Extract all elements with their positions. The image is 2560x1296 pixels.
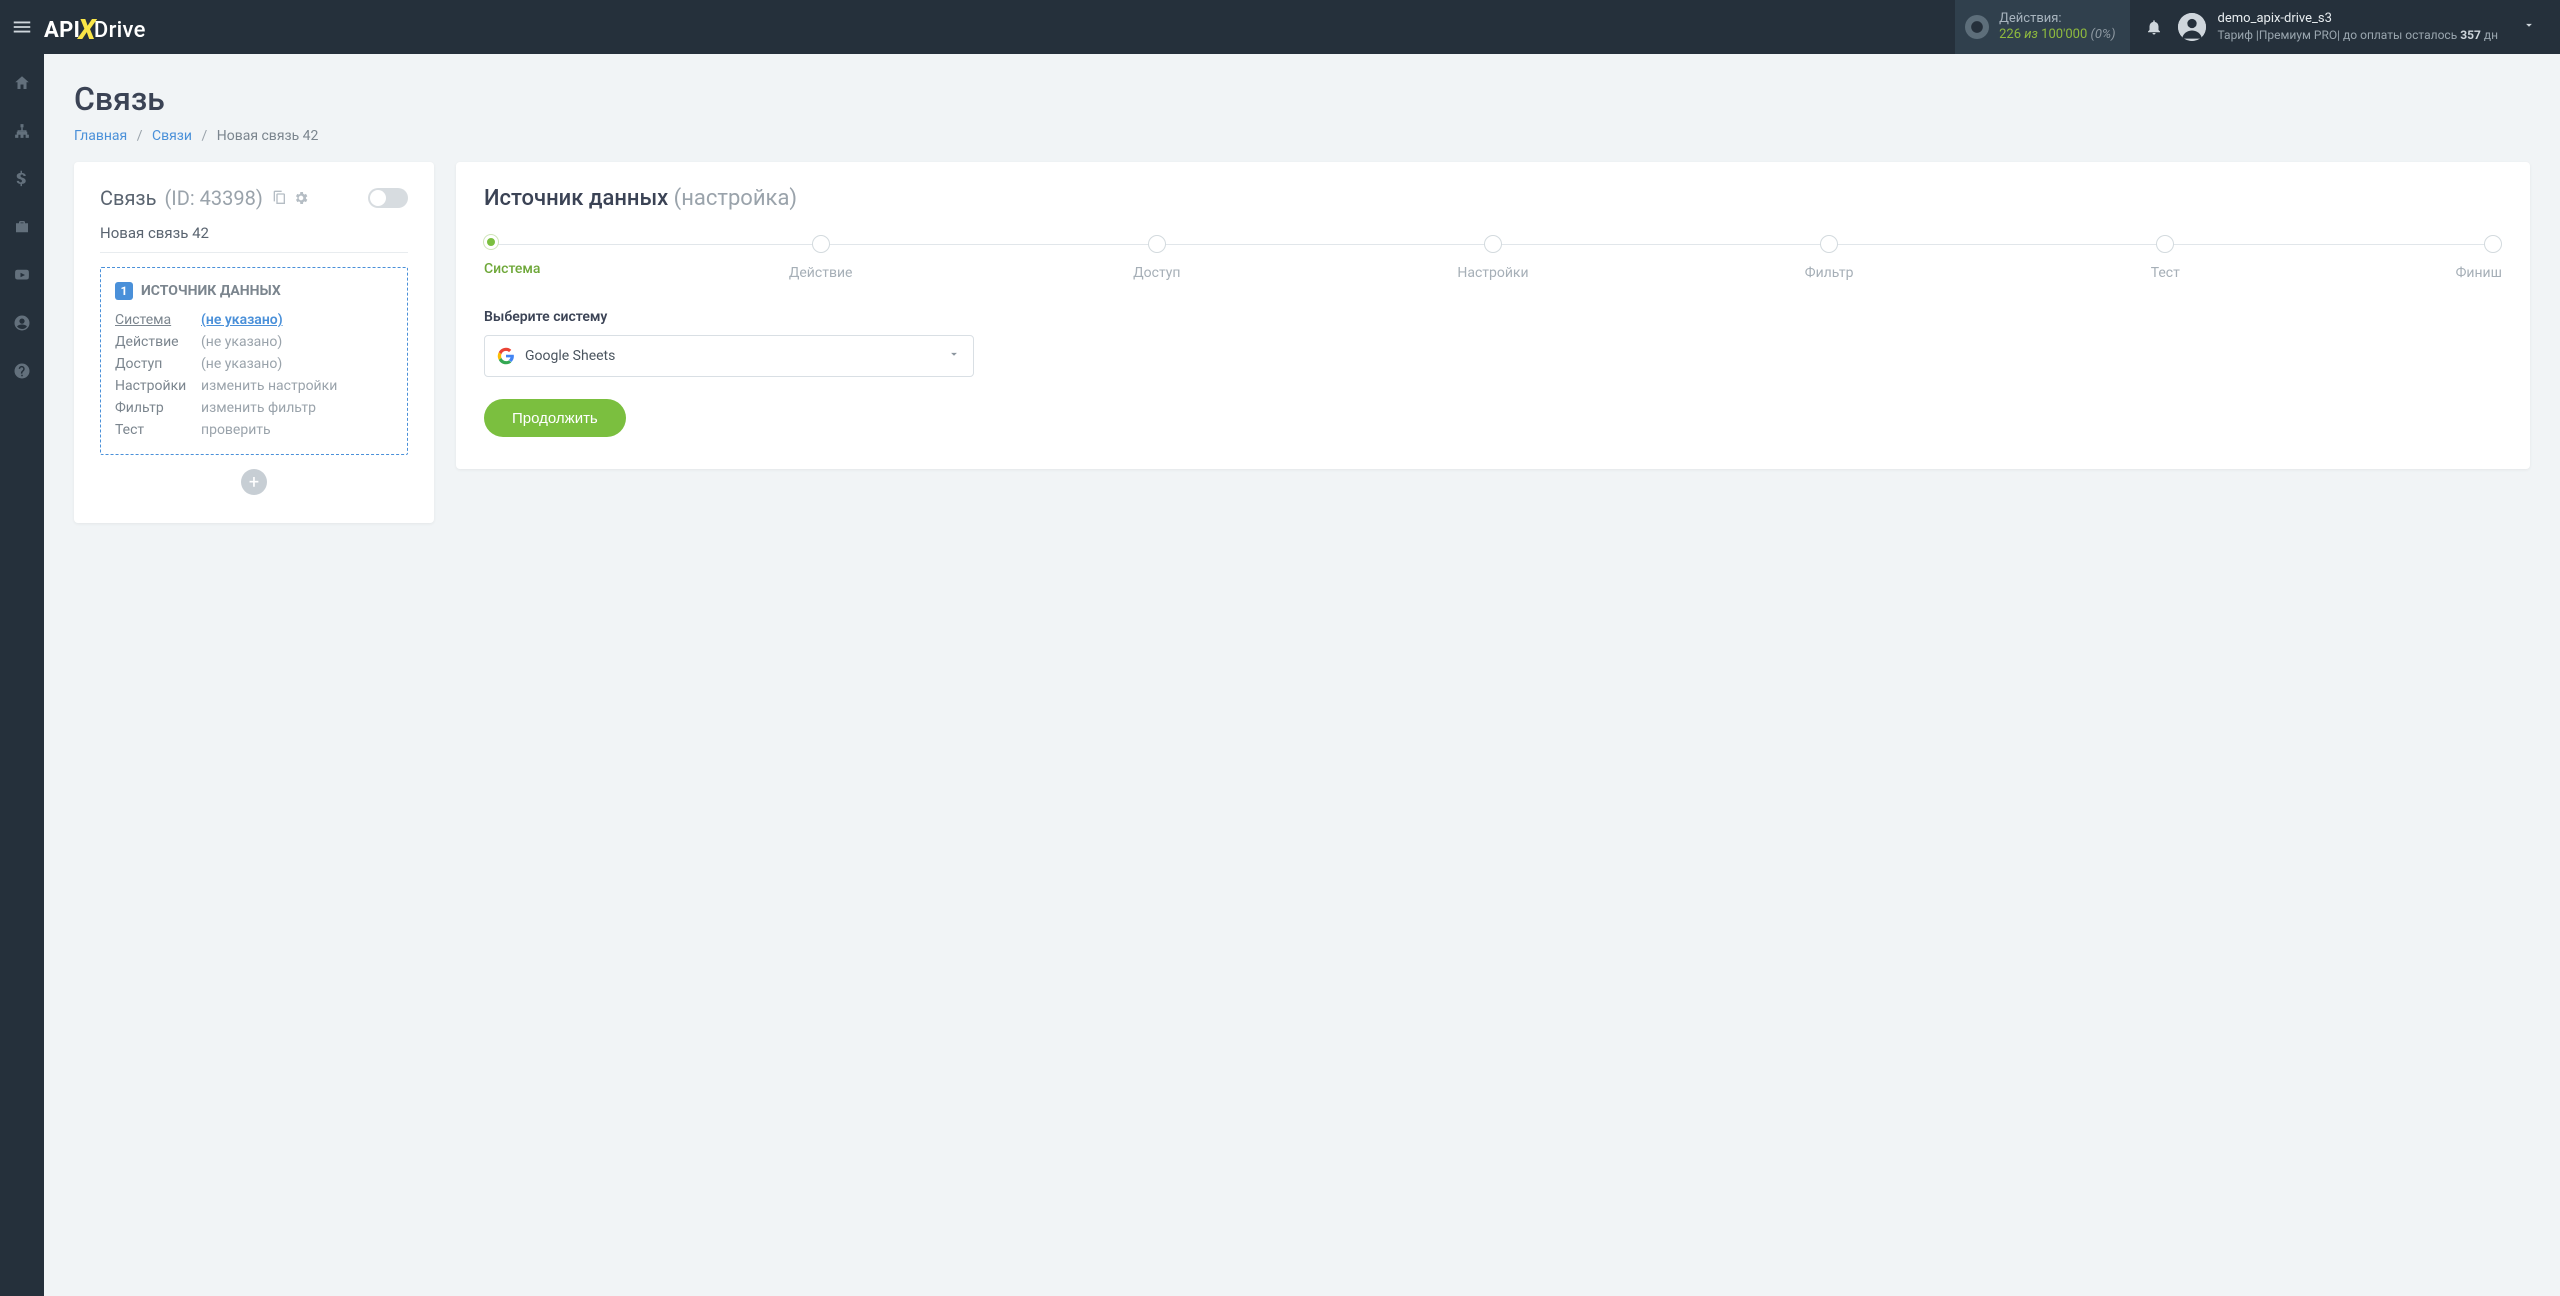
- rail-profile[interactable]: [0, 308, 44, 338]
- step-label: Действие: [789, 265, 853, 281]
- connection-title: Связь: [100, 186, 156, 210]
- info-icon: [1965, 15, 1989, 39]
- src-row-key: Фильтр: [115, 400, 201, 416]
- wizard-step[interactable]: Тест: [2165, 235, 2166, 281]
- wizard-step[interactable]: Финиш: [2501, 235, 2502, 281]
- step-label: Система: [484, 261, 540, 277]
- hamburger-menu[interactable]: [0, 16, 44, 38]
- wizard-step[interactable]: Система: [484, 235, 485, 277]
- step-label: Тест: [2151, 265, 2180, 281]
- enable-toggle[interactable]: [368, 188, 408, 208]
- src-row-key: Настройки: [115, 378, 201, 394]
- src-row-key[interactable]: Система: [115, 312, 201, 328]
- actions-label: Действия:: [1999, 11, 2115, 27]
- connection-card: Связь (ID: 43398) Новая связь 42 1 ИСТОЧ…: [74, 162, 434, 523]
- crumb-current: Новая связь 42: [217, 128, 319, 144]
- step-label: Фильтр: [1805, 265, 1854, 281]
- src-row-value: (не указано): [201, 334, 393, 350]
- question-icon: [13, 362, 31, 380]
- wizard-card: Источник данных (настройка) Система Дейст…: [456, 162, 2530, 469]
- source-badge: 1: [115, 282, 133, 300]
- src-row-value[interactable]: (не указано): [201, 312, 393, 328]
- logo[interactable]: APIXDrive: [44, 11, 146, 44]
- youtube-icon: [13, 266, 31, 284]
- breadcrumb: Главная / Связи / Новая связь 42: [74, 128, 2530, 144]
- src-row-value: проверить: [201, 422, 393, 438]
- wizard-step[interactable]: Настройки: [1492, 235, 1493, 281]
- src-row-value: изменить настройки: [201, 378, 393, 394]
- system-field-label: Выберите систему: [484, 309, 2502, 325]
- rail-video[interactable]: [0, 260, 44, 290]
- step-dot: [1484, 235, 1502, 253]
- src-row-value: (не указано): [201, 356, 393, 372]
- wizard-title: Источник данных (настройка): [484, 186, 2502, 211]
- hamburger-icon: [11, 16, 33, 38]
- topbar: APIXDrive Действия: 226 из 100'000 (0%) …: [0, 0, 2560, 54]
- sitemap-icon: [13, 122, 31, 140]
- actions-counter[interactable]: Действия: 226 из 100'000 (0%): [1955, 0, 2129, 54]
- step-label: Доступ: [1133, 265, 1180, 281]
- step-dot: [2484, 235, 2502, 253]
- continue-button[interactable]: Продолжить: [484, 399, 626, 437]
- rail-home[interactable]: [0, 68, 44, 98]
- chevron-down-icon: [2522, 18, 2536, 36]
- wizard-step[interactable]: Действие: [820, 235, 821, 281]
- system-select[interactable]: Google Sheets: [484, 335, 974, 377]
- google-icon: [497, 347, 515, 365]
- user-circle-icon: [13, 314, 31, 332]
- bell-icon: [2145, 18, 2163, 36]
- notifications-button[interactable]: [2130, 18, 2178, 36]
- wizard-step[interactable]: Фильтр: [1829, 235, 1830, 281]
- system-select-value: Google Sheets: [525, 348, 615, 364]
- crumb-links[interactable]: Связи: [152, 128, 192, 144]
- left-rail: [0, 54, 44, 1296]
- step-label: Финиш: [2456, 265, 2502, 281]
- src-row-key: Действие: [115, 334, 201, 350]
- step-dot: [812, 235, 830, 253]
- source-caption: ИСТОЧНИК ДАННЫХ: [141, 283, 281, 299]
- user-icon: [2178, 13, 2206, 41]
- source-box: 1 ИСТОЧНИК ДАННЫХ Система(не указано)Дей…: [100, 267, 408, 455]
- step-dot: [1148, 235, 1166, 253]
- src-row-key: Тест: [115, 422, 201, 438]
- chevron-down-icon: [947, 347, 961, 365]
- user-name: demo_apix-drive_s3: [2218, 11, 2498, 27]
- avatar: [2178, 13, 2206, 41]
- step-label: Настройки: [1457, 265, 1528, 281]
- page-title: Связь: [74, 80, 2530, 118]
- page: Связь Главная / Связи / Новая связь 42 С…: [44, 54, 2560, 549]
- wizard-step[interactable]: Доступ: [1156, 235, 1157, 281]
- step-dot: [484, 235, 498, 249]
- actions-value: 226 из 100'000 (0%): [1999, 27, 2115, 43]
- src-row-key: Доступ: [115, 356, 201, 372]
- copy-icon[interactable]: [271, 190, 287, 206]
- user-plan: Тариф |Премиум PRO| до оплаты осталось 3…: [2218, 28, 2498, 43]
- user-menu[interactable]: demo_apix-drive_s3 Тариф |Премиум PRO| д…: [2178, 11, 2560, 42]
- crumb-home[interactable]: Главная: [74, 128, 127, 144]
- gear-icon[interactable]: [293, 190, 309, 206]
- connection-name: Новая связь 42: [100, 224, 408, 253]
- src-row-value: изменить фильтр: [201, 400, 393, 416]
- dollar-icon: [13, 170, 31, 188]
- home-icon: [13, 74, 31, 92]
- add-destination-button[interactable]: +: [241, 469, 267, 495]
- rail-briefcase[interactable]: [0, 212, 44, 242]
- rail-help[interactable]: [0, 356, 44, 386]
- briefcase-icon: [13, 218, 31, 236]
- step-dot: [1820, 235, 1838, 253]
- connection-id: (ID: 43398): [164, 186, 262, 210]
- rail-connections[interactable]: [0, 116, 44, 146]
- wizard-steps: Система Действие Доступ Настройки Фильтр Тест…: [484, 235, 2502, 281]
- rail-billing[interactable]: [0, 164, 44, 194]
- step-dot: [2156, 235, 2174, 253]
